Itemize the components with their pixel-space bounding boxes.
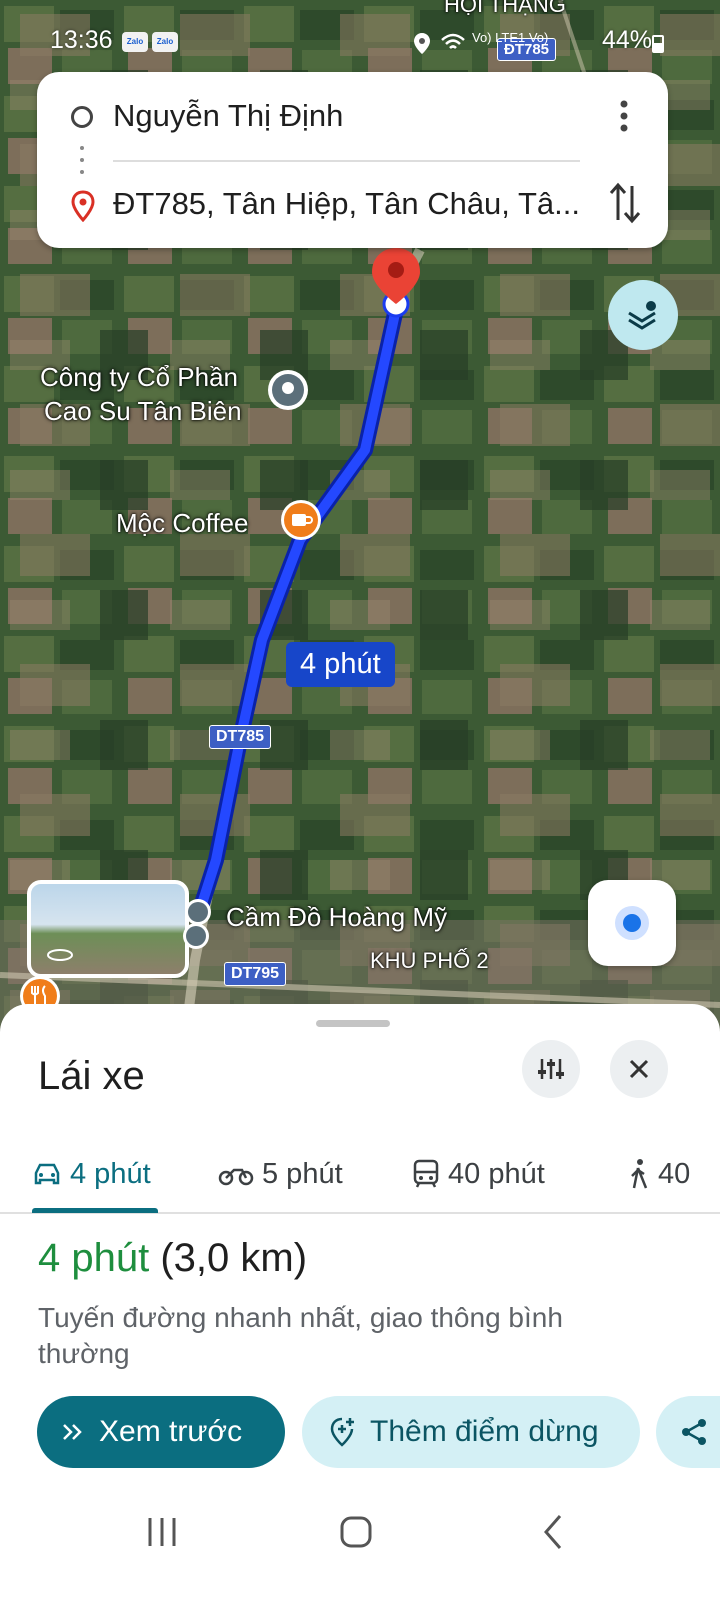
tab-transit[interactable]: 40 phút	[412, 1144, 545, 1204]
layers-button[interactable]	[608, 280, 678, 350]
back-icon[interactable]	[534, 1512, 574, 1552]
tab-driving-label: 4 phút	[70, 1157, 151, 1190]
car-icon	[34, 1163, 60, 1185]
directions-card: Nguyễn Thị Định ĐT785, Tân Hiệp, Tân Châ…	[37, 72, 668, 248]
transit-icon	[413, 1159, 439, 1188]
route-dots-icon	[79, 146, 85, 176]
field-divider	[113, 160, 580, 162]
poi-pawn-icons[interactable]	[178, 896, 218, 956]
poi-coffee-label[interactable]: Mộc Coffee	[116, 506, 248, 540]
destination-field[interactable]: ĐT785, Tân Hiệp, Tân Châu, Tâ...	[37, 176, 668, 236]
destination-pin-icon[interactable]	[368, 244, 424, 320]
battery-icon	[652, 35, 664, 53]
my-location-button[interactable]	[588, 880, 676, 966]
wifi-icon	[441, 33, 465, 49]
active-tab-indicator	[32, 1208, 158, 1213]
coffee-icon[interactable]	[279, 498, 323, 542]
zalo-notification-icon: Zalo	[152, 32, 178, 52]
status-bar: 13:36 Zalo Zalo Vo) LTE1 Vo) 44%	[0, 22, 720, 62]
preview-button[interactable]: Xem trước	[37, 1396, 285, 1468]
motorbike-icon	[218, 1168, 254, 1186]
more-vert-icon[interactable]	[610, 96, 638, 136]
share-icon	[682, 1419, 706, 1445]
add-location-icon	[330, 1417, 354, 1447]
tab-walking-label: 40	[658, 1157, 691, 1190]
preview-button-label: Xem trước	[99, 1415, 243, 1448]
tab-transit-label: 40 phút	[448, 1157, 545, 1190]
drag-handle[interactable]	[316, 1020, 390, 1027]
battery-level: 44%	[601, 26, 652, 54]
home-icon[interactable]	[336, 1512, 376, 1552]
travel-mode-tabs: 4 phút 5 phút 40 phút 40	[0, 1134, 720, 1214]
add-stop-button-label: Thêm điểm dừng	[370, 1415, 599, 1448]
swap-vert-icon[interactable]	[608, 180, 642, 226]
walk-icon	[631, 1159, 648, 1189]
zalo-notification-icon: Zalo	[122, 32, 148, 52]
tune-icon	[538, 1059, 564, 1079]
origin-text: Nguyễn Thị Định	[113, 98, 344, 133]
area-label-top: HỘI THẠNG	[444, 0, 566, 17]
recent-apps-icon[interactable]	[142, 1512, 182, 1552]
network-status: Vo) LTE1 Vo)	[472, 30, 549, 45]
area-label: KHU PHỐ 2	[370, 948, 489, 973]
tab-motorbike-label: 5 phút	[262, 1157, 343, 1190]
destination-pin-small-icon	[71, 190, 95, 222]
poi-pawn-label[interactable]: Cầm Đồ Hoàng Mỹ	[226, 900, 447, 934]
close-button[interactable]	[610, 1040, 668, 1098]
poi-company-label-2[interactable]: Cao Su Tân Biên	[44, 394, 242, 428]
sheet-title: Lái xe	[38, 1054, 145, 1098]
tab-motorbike[interactable]: 5 phút	[218, 1144, 343, 1204]
share-button[interactable]	[656, 1396, 720, 1468]
system-nav-bar	[0, 1488, 720, 1601]
poi-company-label-1[interactable]: Công ty Cổ Phần	[40, 360, 238, 394]
street-view-thumbnail[interactable]	[27, 880, 189, 978]
route-eta-chip[interactable]: 4 phút	[286, 642, 395, 687]
destination-text: ĐT785, Tân Hiệp, Tân Châu, Tâ...	[113, 186, 580, 221]
add-stop-button[interactable]: Thêm điểm dừng	[302, 1396, 640, 1468]
location-status-icon	[414, 33, 430, 54]
layers-icon	[628, 301, 656, 330]
route-description: Tuyến đường nhanh nhất, giao thông bình …	[38, 1302, 563, 1369]
rotate-360-icon	[47, 949, 73, 961]
origin-circle-icon	[71, 106, 93, 128]
close-icon	[629, 1059, 649, 1079]
double-chevron-icon	[63, 1424, 82, 1440]
route-options-button[interactable]	[522, 1040, 580, 1098]
road-label-dt785: DT785	[209, 725, 272, 749]
origin-field[interactable]: Nguyễn Thị Định	[37, 88, 668, 148]
tab-walking[interactable]: 40	[626, 1144, 690, 1204]
road-label-dt795: DT795	[224, 962, 287, 986]
poi-pin-icon[interactable]	[266, 368, 310, 412]
route-distance: (3,0 km)	[160, 1236, 308, 1280]
route-duration: 4 phút	[38, 1236, 150, 1280]
clock: 13:36	[50, 26, 113, 54]
tab-driving[interactable]: 4 phút	[32, 1144, 151, 1204]
route-summary: 4 phút (3,0 km)	[38, 1236, 307, 1281]
